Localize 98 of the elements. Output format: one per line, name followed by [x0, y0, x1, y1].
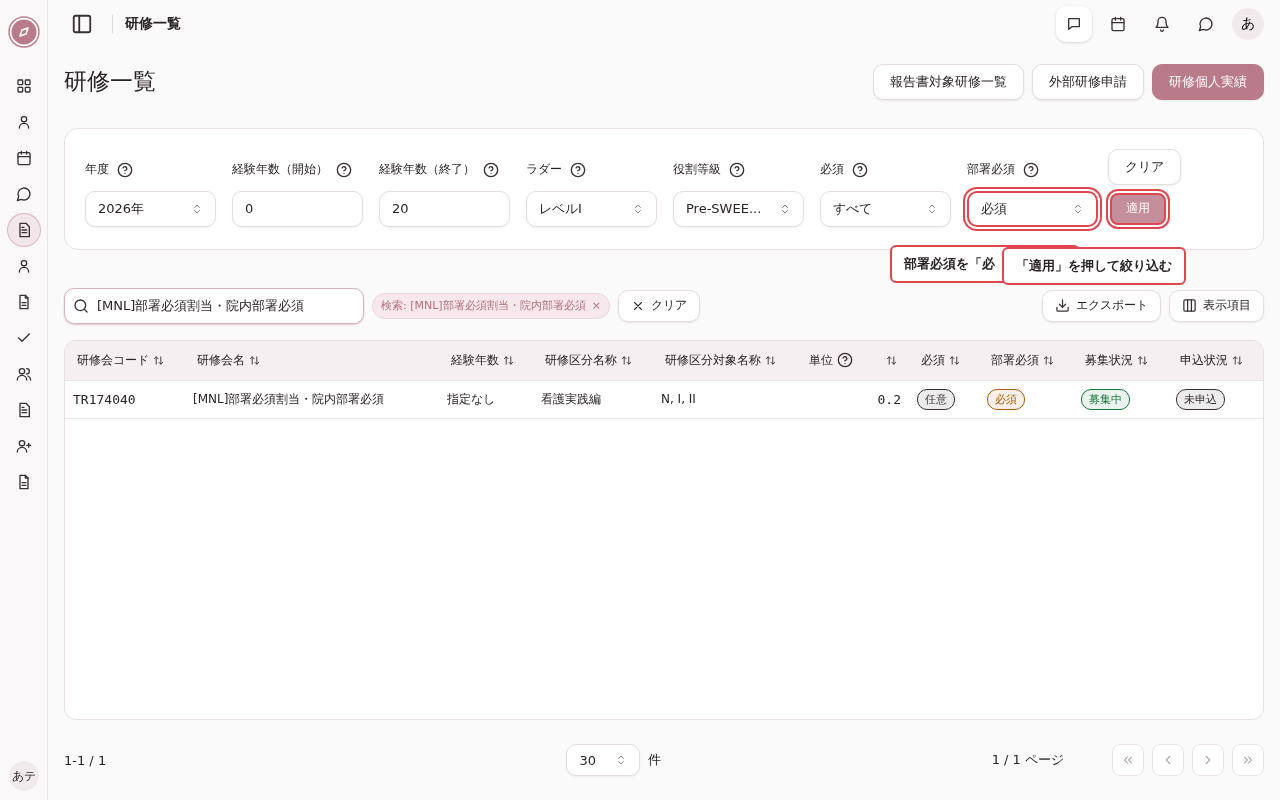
- page-info: 1 / 1 ページ: [991, 751, 1064, 770]
- action-button[interactable]: 外部研修申請: [1032, 63, 1144, 100]
- search-icon: [73, 297, 89, 314]
- table-cell-text: [MNL]部署必須割当・院内部署必須: [192, 390, 386, 408]
- select-field[interactable]: Pre-SWEE...: [673, 190, 804, 227]
- chevron-updown-icon: [632, 202, 644, 215]
- filter-label: 部署必須: [967, 161, 1015, 179]
- column-header: 申込状況: [1180, 351, 1228, 369]
- help-icon: [336, 161, 352, 178]
- calendar-icon: [1110, 15, 1126, 32]
- column-header: 研修会名: [197, 351, 245, 369]
- status-tag: 募集中: [1081, 388, 1130, 410]
- bell-icon: [1154, 15, 1170, 32]
- sort-icon: [1232, 354, 1243, 366]
- calendar-icon: [15, 150, 32, 166]
- chevron-updown-icon: [191, 202, 203, 215]
- sort-icon: [949, 354, 960, 366]
- column-header: 単位: [809, 351, 833, 369]
- filter-label: 経験年数（開始）: [232, 161, 328, 179]
- sort-button[interactable]: [765, 354, 776, 366]
- users-icon: [15, 366, 32, 382]
- chevron-updown-icon: [926, 202, 938, 215]
- user-avatar[interactable]: あ: [1232, 7, 1264, 40]
- result-count: 1-1 / 1: [64, 752, 107, 768]
- sidebar-toggle-icon: [71, 12, 93, 35]
- compass-logo-icon[interactable]: [7, 16, 40, 48]
- table-cell-text: N, I, II: [660, 392, 697, 407]
- input-field[interactable]: 0: [232, 190, 363, 227]
- column-header: 必須: [921, 351, 945, 369]
- sort-icon: [503, 354, 514, 366]
- table-cell-text: 0.2: [876, 391, 902, 407]
- user-add-icon: [15, 438, 32, 454]
- sort-icon: [1043, 354, 1054, 366]
- help-icon: [852, 161, 868, 178]
- clear-search-button[interactable]: クリア: [617, 289, 700, 322]
- chip-label: 検索: [MNL]部署必須割当・院内部署必須: [381, 298, 586, 314]
- status-tag: 任意: [917, 388, 955, 410]
- help-icon: [483, 161, 499, 178]
- search-field[interactable]: [MNL]部署必須割当・院内部署必須: [64, 287, 364, 324]
- columns-button[interactable]: 表示項目: [1169, 289, 1264, 322]
- select-field[interactable]: 2026年: [85, 190, 216, 227]
- sort-icon: [249, 354, 260, 366]
- clear-button[interactable]: クリア: [1108, 148, 1181, 185]
- page-size-select[interactable]: 30: [566, 744, 641, 777]
- sort-button[interactable]: [503, 354, 514, 366]
- sort-button[interactable]: [1137, 354, 1148, 366]
- page-title: 研修一覧: [64, 67, 156, 97]
- sort-button[interactable]: [886, 354, 897, 366]
- select-field[interactable]: レベルI: [526, 190, 657, 227]
- nav-item[interactable]: [7, 214, 40, 246]
- sort-button[interactable]: [1043, 354, 1054, 366]
- column-header: 研修会コード: [77, 351, 149, 369]
- table-cell-text: 指定なし: [446, 390, 496, 408]
- help-icon: [837, 352, 853, 369]
- grid-icon: [15, 78, 32, 94]
- chat-icon: [1198, 15, 1214, 32]
- help-icon: [729, 161, 745, 178]
- column-header: 研修区分対象名称: [665, 351, 761, 369]
- filter-label: 経験年数（終了）: [379, 161, 475, 179]
- filter-label: 役割等級: [673, 161, 721, 179]
- sort-button[interactable]: [621, 354, 632, 366]
- action-button[interactable]: 報告書対象研修一覧: [873, 63, 1024, 100]
- filter-label: 年度: [85, 161, 109, 179]
- filter-label: 必須: [820, 161, 844, 179]
- status-tag: 未申込: [1176, 388, 1225, 410]
- sort-button[interactable]: [249, 354, 260, 366]
- breadcrumb-title: 研修一覧: [112, 14, 181, 33]
- input-field[interactable]: 20: [379, 190, 510, 227]
- status-tag: 必須: [987, 388, 1025, 410]
- sort-button[interactable]: [1232, 354, 1243, 366]
- column-header: 経験年数: [451, 351, 499, 369]
- column-header: 研修区分名称: [545, 351, 617, 369]
- message-icon: [1066, 15, 1082, 32]
- page-size-unit: 件: [648, 751, 662, 770]
- help-icon: [117, 161, 133, 178]
- select-field[interactable]: すべて: [820, 190, 951, 227]
- export-button[interactable]: エクスポート: [1042, 289, 1161, 322]
- table-cell-text: 看護実践編: [540, 390, 602, 408]
- download-icon: [1055, 298, 1070, 314]
- chevron-updown-icon: [779, 202, 791, 215]
- chat-icon: [15, 186, 32, 202]
- message-button[interactable]: [1056, 5, 1092, 42]
- column-header: 部署必須: [991, 351, 1039, 369]
- sort-icon: [153, 354, 164, 366]
- table-cell-text: TR174040: [72, 391, 137, 407]
- help-icon: [1023, 161, 1039, 178]
- help-icon: [570, 161, 586, 178]
- sort-icon: [886, 354, 897, 366]
- sort-icon: [765, 354, 776, 366]
- sort-icon: [621, 354, 632, 366]
- sort-button[interactable]: [949, 354, 960, 366]
- sort-icon: [1137, 354, 1148, 366]
- user-avatar[interactable]: あテ: [8, 761, 39, 791]
- chevron-updown-icon: [1072, 202, 1084, 215]
- filter-label: ラダー: [526, 161, 562, 179]
- sort-button[interactable]: [153, 354, 164, 366]
- column-header: 募集状況: [1085, 351, 1133, 369]
- columns-icon: [1182, 298, 1197, 314]
